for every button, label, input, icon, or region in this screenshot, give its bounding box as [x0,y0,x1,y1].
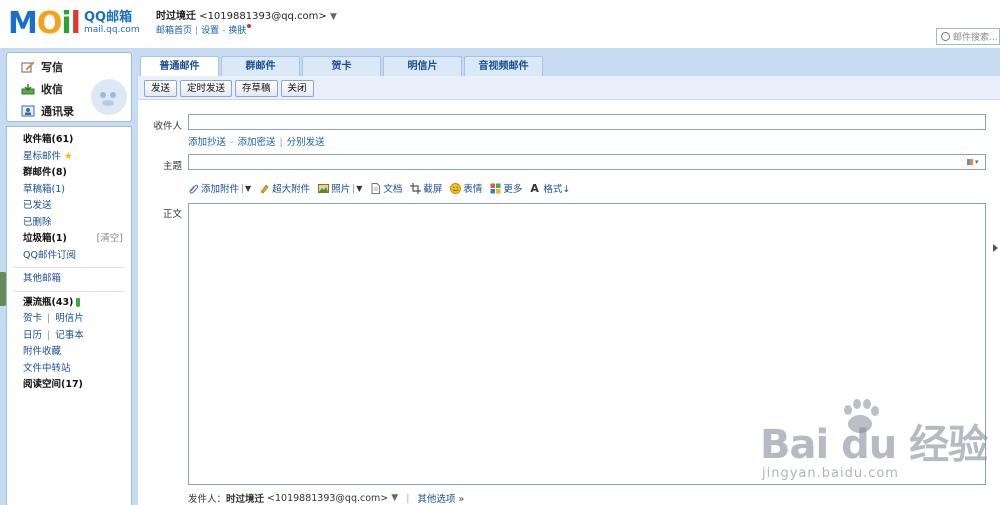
compose-icon [21,61,35,73]
paperclip-icon [189,184,199,193]
search-input[interactable]: 邮件搜索... [936,28,1000,45]
folder-deleted[interactable]: 已删除 [7,215,131,232]
double-chevron-down-icon: » [458,494,465,505]
user-box: 时过境迁 <1019881393@qq.com> ▼ 邮箱首页 | 设置 - 换肤 [156,11,337,36]
to-label: 收件人 [153,121,182,132]
photo-button[interactable]: 照片 ▼ [318,181,362,195]
folder-file-transfer[interactable]: 文件中转站 [7,361,131,378]
chevron-down-icon[interactable]: ▼ [330,12,337,22]
subject-style-picker[interactable]: ▾ [967,158,981,166]
attach-toolbar: 添加附件 ▼ 超大附件 照片 ▼ 文档 截屏 表情 更多 A 格式↓ [188,181,578,195]
logo-domain: mail.qq.com [83,25,140,35]
header: MOil QQ邮箱 mail.qq.com 时过境迁 <1019881393@q… [0,0,1000,50]
tab-av-mail[interactable]: 音视频邮件 [464,56,543,76]
link-settings[interactable]: 设置 [201,26,219,36]
folder-group[interactable]: 群邮件(8) [7,165,131,182]
add-cc-link[interactable]: 添加抄送 [188,137,226,148]
logo-mail-wordmark: MOil [8,6,81,41]
tab-postcard[interactable]: 明信片 [383,56,462,76]
format-button[interactable]: A 格式↓ [530,181,570,196]
watermark-url-text: jingyan.baidu.com [762,466,899,481]
compose-toolbar: 发送 定时发送 存草稿 关闭 [138,76,1000,100]
close-button[interactable]: 关闭 [280,80,314,97]
tab-card[interactable]: 贺卡 [302,56,381,76]
sidebar-calendar-notes: 日历 | 记事本 [23,329,84,341]
folder-sent[interactable]: 已发送 [7,198,131,215]
folder-drafts[interactable]: 草稿箱(1) [7,182,131,199]
add-attachment-button[interactable]: 添加附件 ▼ [188,181,251,195]
folder-starred[interactable]: 星标邮件 ★ [7,149,131,166]
subject-label: 主题 [162,161,182,172]
folder-other[interactable]: 其他邮箱 [7,271,131,288]
search-icon [941,32,950,41]
large-attachment-button[interactable]: 超大附件 [259,181,310,195]
link-postcard[interactable]: 明信片 [55,313,84,324]
folder-subscriptions[interactable]: QQ邮件订阅 [7,248,131,265]
notify-dot-icon [247,24,252,28]
send-button[interactable]: 发送 [144,80,178,97]
folder-attach-collection[interactable]: 附件收藏 [7,344,131,361]
chevron-down-icon[interactable]: ▼ [391,493,398,503]
contacts-icon [21,105,35,117]
document-button[interactable]: 文档 [370,181,402,195]
emoji-button[interactable]: 表情 [450,181,482,195]
logo-cn: QQ邮箱 [83,10,133,25]
sender-email[interactable]: <1019881393@qq.com> [267,493,388,504]
sidebar-quick-actions: 写信 收信 通讯录 [6,52,132,122]
star-icon: ★ [64,150,73,162]
body-label: 正文 [162,209,182,220]
inbox-icon [21,84,35,95]
document-icon [371,182,381,194]
link-calendar[interactable]: 日历 [23,330,42,341]
link-mail-home[interactable]: 邮箱首页 [156,26,192,36]
emoji-icon [450,182,462,194]
chevron-down-icon[interactable]: ▼ [353,183,362,193]
sender-row: 发件人： 时过境迁 <1019881393@qq.com> ▼ | 其他选项 » [188,491,465,505]
user-email: <1019881393@qq.com> [199,11,327,22]
cc-links: 添加抄送 - 添加密送 | 分别发送 [188,137,325,148]
folder-list: 收件箱(61) 星标邮件 ★ 群邮件(8) 草稿箱(1) 已发送 已删除 垃圾箱(… [6,126,132,505]
folder-reading[interactable]: 阅读空间(17) [7,377,131,394]
sidebar: 写信 收信 通讯录 收件箱(61) 星标邮件 ★ 群邮件(8) 草稿箱(1) 已发… [6,52,132,505]
link-card[interactable]: 贺卡 [23,313,42,324]
compose-tabs: 普通邮件 群邮件 贺卡 明信片 音视频邮件 [138,56,1000,77]
sender-name: 时过境迁 [226,494,265,505]
add-bcc-link[interactable]: 添加密送 [237,137,275,148]
to-field[interactable] [188,114,986,130]
folder-bottle[interactable]: 漂流瓶(43) [7,295,131,312]
scheduled-send-button[interactable]: 定时发送 [180,80,233,97]
empty-spam-link[interactable]: [清空] [97,231,123,248]
sidebar-card-postcard: 贺卡 | 明信片 [23,313,84,324]
photo-icon [318,183,330,193]
screenshot-button[interactable]: 截屏 [410,181,442,195]
link-notes[interactable]: 记事本 [55,330,84,341]
chevron-down-icon[interactable]: ▼ [242,183,251,193]
folder-spam[interactable]: 垃圾箱(1) [清空] [7,231,131,248]
tab-normal-mail[interactable]: 普通邮件 [140,56,219,77]
mascot-decoration-icon [91,79,127,115]
link-skin[interactable]: 换肤 [228,26,246,36]
format-icon: A [530,181,539,195]
sidebar-divider [13,267,125,268]
color-grid-icon [967,159,973,165]
folder-inbox[interactable]: 收件箱(61) [7,132,131,149]
sender-label: 发件人： [188,494,227,505]
sidebar-divider [13,290,125,292]
more-icon [490,183,501,193]
bottle-icon [76,297,81,307]
user-name: 时过境迁 [156,11,196,22]
save-draft-button[interactable]: 存草稿 [235,80,278,97]
more-button[interactable]: 更多 [490,181,522,195]
screenshot-icon [410,182,422,194]
subject-field[interactable]: ▾ [188,154,986,170]
watermark-main-text: Bai du 经验 [760,422,988,468]
baidu-watermark: Bai du 经验 jingyan.baidu.com [760,398,1000,505]
other-options-link[interactable]: 其他选项 » [417,491,464,505]
large-attach-icon [260,184,269,193]
qq-mail-logo[interactable]: MOil QQ邮箱 mail.qq.com [8,8,140,40]
tab-group-mail[interactable]: 群邮件 [221,56,300,76]
expand-panel-arrow-icon[interactable] [993,244,998,252]
separate-send-link[interactable]: 分别发送 [287,137,325,148]
